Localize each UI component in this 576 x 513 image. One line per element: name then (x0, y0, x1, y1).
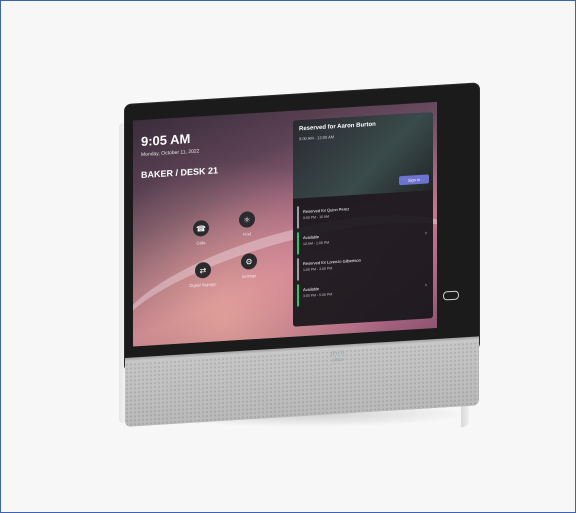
image-frame: 9:05 AM Monday, October 11, 2022 BAKER /… (0, 0, 576, 513)
tile-label-find: Find (243, 231, 251, 237)
booking-time: 1:00 PM - 3:00 PM (303, 266, 333, 273)
booking-time: 3:00 PM - 5:00 PM (303, 292, 333, 299)
tile-label-calls: Calls (196, 240, 206, 246)
camera-privacy-indicator (443, 290, 459, 301)
phone-icon: ☎ (196, 223, 206, 234)
gear-icon: ⚙ (245, 256, 253, 267)
booking-item[interactable]: Available 3:00 PM - 5:00 PM › (297, 276, 431, 307)
cisco-logo: ılıılı cisco (323, 350, 353, 364)
clock-time: 9:05 AM (141, 131, 191, 150)
booking-title: Reserved for Quinn Perez (303, 206, 350, 215)
booking-title: Available (303, 286, 320, 293)
booking-panel: Reserved for Aaron Burton 9:00 AM - 12:0… (293, 112, 433, 327)
booking-item[interactable]: Reserved for Quinn Perez 9:00 PM - 10 AM (297, 198, 431, 229)
booking-title: Reserved for Lorenzo Gilbertson (303, 257, 361, 267)
find-button[interactable]: ⚛ (239, 211, 255, 229)
booking-title: Available (303, 234, 320, 241)
reservation-time: 9:00 AM - 12:00 AM (299, 134, 335, 142)
sign-in-button[interactable]: Sign in (399, 174, 429, 186)
share-icon: ⇄ (199, 265, 207, 275)
bluetooth-icon: ⚛ (243, 214, 251, 225)
chevron-right-icon: › (425, 282, 427, 289)
chevron-right-icon: › (425, 230, 427, 237)
desk-name: BAKER / DESK 21 (141, 165, 219, 181)
booking-time: 9:00 PM - 10 AM (303, 214, 330, 221)
current-reservation: Reserved for Aaron Burton 9:00 AM - 12:0… (293, 112, 433, 199)
device-screen: 9:05 AM Monday, October 11, 2022 BAKER /… (133, 101, 437, 347)
clock-date: Monday, October 11, 2022 (141, 148, 200, 159)
cisco-logo-text: cisco (332, 356, 344, 364)
calls-button[interactable]: ☎ (193, 219, 209, 237)
device-bezel: 9:05 AM Monday, October 11, 2022 BAKER /… (125, 83, 479, 371)
booking-time: 10 AM - 1:00 PM (303, 240, 330, 247)
booking-item[interactable]: Available 10 AM - 1:00 PM › (297, 224, 431, 255)
reservation-title: Reserved for Aaron Burton (299, 121, 376, 133)
desk-device: 9:05 AM Monday, October 11, 2022 BAKER /… (119, 83, 484, 433)
booking-item[interactable]: Reserved for Lorenzo Gilbertson 1:00 PM … (297, 250, 431, 281)
